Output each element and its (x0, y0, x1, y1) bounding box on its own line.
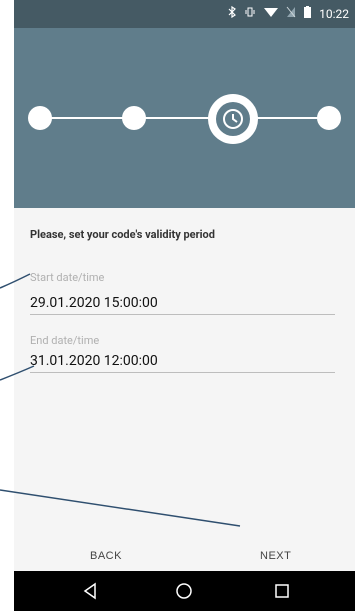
next-button[interactable]: NEXT (254, 549, 297, 563)
no-sim-icon (286, 6, 296, 21)
form-content: Please, set your code's validity period … (14, 208, 355, 571)
clock-icon (216, 102, 250, 136)
end-datetime-label: End date/time (30, 334, 100, 347)
android-nav-bar (14, 571, 355, 611)
bluetooth-icon (228, 5, 237, 21)
end-datetime-field[interactable]: 31.01.2020 12:00:00 (30, 353, 335, 373)
status-time: 10:22 (319, 6, 349, 21)
wifi-icon (264, 6, 279, 21)
status-icons: 10:22 (228, 5, 349, 21)
back-button[interactable]: BACK (84, 549, 128, 563)
validity-prompt: Please, set your code's validity period (30, 228, 215, 241)
start-datetime-field[interactable]: 29.01.2020 15:00:00 (30, 295, 335, 315)
step-4-dot (317, 106, 341, 130)
vibrate-icon (244, 6, 256, 21)
nav-back-icon[interactable] (80, 581, 100, 601)
start-datetime-label: Start date/time (30, 271, 105, 284)
step-1-dot (28, 106, 52, 130)
nav-recents-icon[interactable] (272, 581, 292, 601)
step-2-dot (122, 106, 146, 130)
status-bar: 10:22 (14, 0, 355, 28)
stepper-header (14, 28, 355, 208)
nav-home-icon[interactable] (174, 581, 194, 601)
app-screen: 10:22 Please, set your code's validity p… (14, 0, 355, 611)
stepper-line (40, 117, 340, 119)
step-3-current (208, 94, 258, 144)
battery-icon (304, 6, 312, 21)
